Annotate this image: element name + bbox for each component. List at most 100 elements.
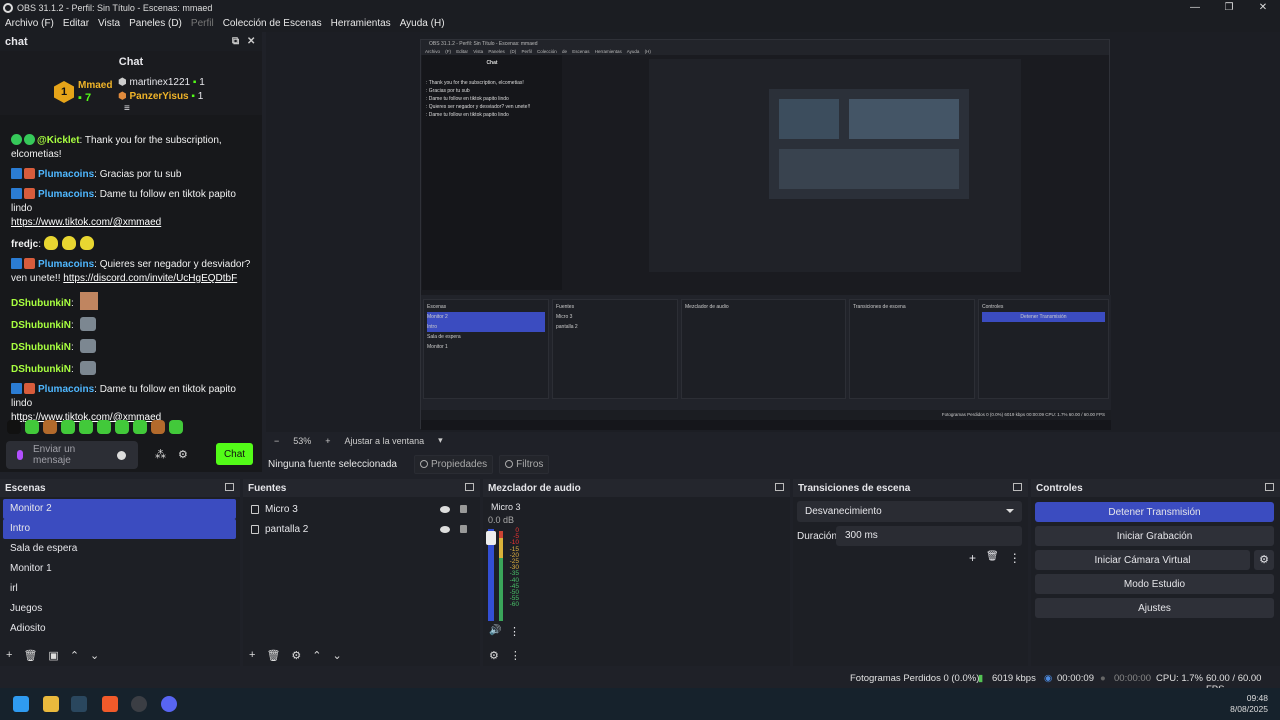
source-item[interactable]: pantalla 2	[243, 519, 480, 539]
settings-gear-icon[interactable]: ⚙	[178, 448, 188, 461]
menu-perfil[interactable]: Perfil	[191, 18, 214, 29]
menu-dots-icon[interactable]: ⋮	[1009, 551, 1021, 565]
eye-icon[interactable]	[440, 505, 450, 513]
scene-item[interactable]: Adiosito	[3, 619, 236, 639]
emote-icon[interactable]	[169, 420, 183, 434]
chevron-down-icon[interactable]: ⌄	[333, 649, 342, 662]
leader3-count: 1	[197, 91, 204, 102]
trash-icon[interactable]: 🗑	[23, 649, 37, 662]
zoom-fit-label[interactable]: Ajustar a la ventana	[345, 436, 425, 446]
steam-icon[interactable]	[71, 696, 87, 712]
share-icon[interactable]: ⁂	[155, 448, 166, 461]
add-icon[interactable]: +	[6, 649, 12, 662]
close-button[interactable]: ✕	[1246, 0, 1280, 15]
chevron-up-icon[interactable]: ⌃	[312, 649, 321, 662]
source-item[interactable]: Micro 3	[243, 499, 480, 519]
mini-chat-line: : Gracias por tu sub	[426, 88, 470, 94]
menu-coleccion[interactable]: Colección de Escenas	[223, 18, 322, 29]
menu-editar[interactable]: Editar	[63, 18, 89, 29]
scene-item[interactable]: Monitor 2	[3, 499, 236, 519]
speaker-icon[interactable]: 🔊	[489, 625, 501, 636]
undock-icon[interactable]: ⧉	[232, 36, 239, 47]
signal-icon: ▮	[978, 673, 984, 684]
chat-link[interactable]: https://www.tiktok.com/@xmmaed	[11, 217, 161, 228]
clock[interactable]: 09:48 8/08/2025	[1230, 693, 1268, 715]
emote-icon[interactable]	[133, 420, 147, 434]
chevron-down-icon[interactable]: ▾	[438, 435, 443, 446]
gear-icon[interactable]: ⚙	[291, 649, 301, 662]
chevron-up-icon[interactable]: ⌃	[70, 649, 79, 662]
filter-icon[interactable]: ▣	[48, 649, 58, 662]
emote-icon[interactable]	[115, 420, 129, 434]
emoji-icon[interactable]	[117, 450, 126, 460]
menu-paneles[interactable]: Paneles (D)	[129, 18, 182, 29]
menu-bar: Archivo (F) Editar Vista Paneles (D) Per…	[0, 15, 1280, 32]
scene-item[interactable]: Sala de espera	[3, 539, 236, 559]
emote-icon[interactable]	[25, 420, 39, 434]
stop-stream-button[interactable]: Detener Transmisión	[1035, 502, 1274, 522]
menu-ayuda[interactable]: Ayuda (H)	[400, 18, 445, 29]
scene-item[interactable]: Intro	[3, 519, 236, 539]
undock-icon[interactable]	[465, 483, 474, 491]
gear-icon[interactable]: ⚙	[1254, 550, 1274, 570]
microphone-icon[interactable]	[17, 450, 23, 460]
scene-item[interactable]: Monitor 1	[3, 559, 236, 579]
undock-icon[interactable]	[1013, 483, 1022, 491]
undock-icon[interactable]	[775, 483, 784, 491]
gear-icon[interactable]: ⚙	[489, 649, 499, 662]
properties-button[interactable]: Propiedades	[414, 454, 494, 474]
menu-dots-icon[interactable]: ⋮	[510, 649, 521, 662]
chat-log: @Kicklet: Thank you for the subscription…	[0, 130, 258, 450]
maximize-button[interactable]: ❐	[1212, 0, 1246, 15]
zoom-in-button[interactable]: +	[325, 436, 330, 446]
obs-icon[interactable]	[131, 696, 147, 712]
emote-icon[interactable]	[7, 420, 21, 434]
mini-docks: Escenas Monitor 2 Intro Sala de espera M…	[421, 295, 1111, 410]
undock-icon[interactable]	[225, 483, 234, 491]
add-icon[interactable]: +	[969, 551, 976, 565]
brave-icon[interactable]	[102, 696, 118, 712]
trash-icon[interactable]: 🗑	[266, 649, 280, 662]
mini-scene: Monitor 2	[427, 312, 545, 322]
scene-item[interactable]: Juegos	[3, 599, 236, 619]
scene-item[interactable]: irl	[3, 579, 236, 599]
file-explorer-icon[interactable]	[43, 696, 59, 712]
windows-start-icon[interactable]	[13, 696, 29, 712]
eye-icon[interactable]	[440, 525, 450, 533]
volume-slider[interactable]	[486, 529, 496, 621]
emote-icon[interactable]	[43, 420, 57, 434]
volume-knob[interactable]	[486, 531, 496, 545]
chat-message: Plumacoins: Dame tu follow en tiktok pap…	[11, 188, 252, 230]
emote-icon[interactable]	[97, 420, 111, 434]
undock-icon[interactable]	[1265, 483, 1274, 491]
zoom-out-button[interactable]: −	[274, 436, 279, 446]
emote-icon[interactable]	[61, 420, 75, 434]
lock-icon[interactable]	[460, 525, 467, 533]
start-virtual-camera-button[interactable]: Iniciar Cámara Virtual	[1035, 550, 1250, 570]
mini-scene: Monitor 1	[427, 344, 448, 350]
emote-icon[interactable]	[79, 420, 93, 434]
chat-send-button[interactable]: Chat	[216, 443, 253, 465]
duration-input[interactable]: 300 ms	[836, 526, 1022, 546]
start-recording-button[interactable]: Iniciar Grabación	[1035, 526, 1274, 546]
filters-button[interactable]: Filtros	[499, 454, 550, 474]
chevron-down-icon[interactable]: ⌄	[90, 649, 99, 662]
leaderboard: 1 Mmaed ▪ 7 ⬢ martinex1221 ▪ 1 ⬢ PanzerY…	[0, 73, 262, 115]
chat-input[interactable]: Enviar un mensaje	[6, 441, 138, 469]
trash-icon[interactable]: 🗑	[986, 551, 999, 565]
menu-dots-icon[interactable]: ⋮	[509, 625, 520, 638]
chat-link[interactable]: https://discord.com/invite/UcHgEQDtbF	[63, 273, 237, 284]
expand-icon[interactable]: ≡	[124, 103, 130, 114]
transition-select[interactable]: Desvanecimiento	[797, 501, 1022, 522]
settings-button[interactable]: Ajustes	[1035, 598, 1274, 618]
discord-icon[interactable]	[161, 696, 177, 712]
emote-icon[interactable]	[151, 420, 165, 434]
menu-vista[interactable]: Vista	[98, 18, 120, 29]
menu-herramientas[interactable]: Herramientas	[331, 18, 391, 29]
lock-icon[interactable]	[460, 505, 467, 513]
add-icon[interactable]: +	[249, 649, 255, 662]
menu-archivo[interactable]: Archivo (F)	[5, 18, 54, 29]
minimize-button[interactable]: —	[1178, 0, 1212, 15]
studio-mode-button[interactable]: Modo Estudio	[1035, 574, 1274, 594]
close-dock-icon[interactable]: ✕	[247, 36, 255, 47]
